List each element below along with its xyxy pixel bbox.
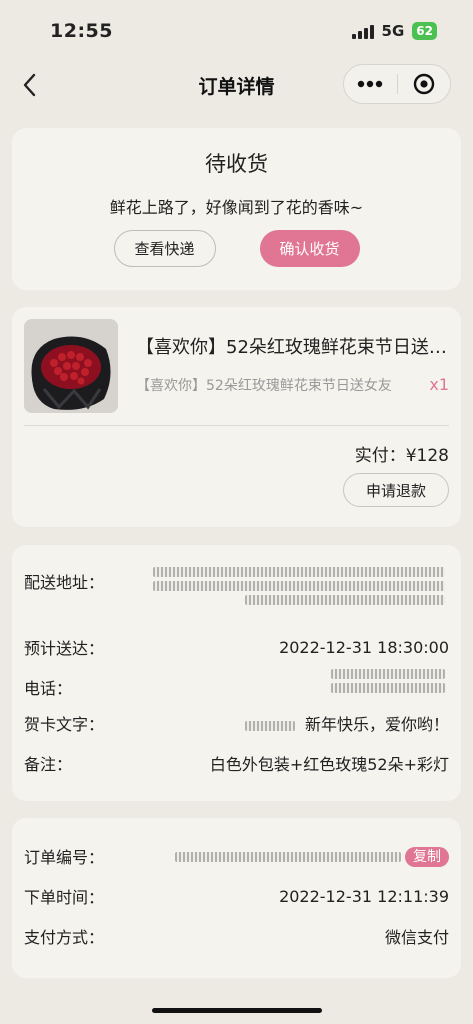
product-image[interactable]	[24, 319, 118, 413]
product-quantity: x1	[429, 375, 449, 394]
status-bar: 12:55 5G 62	[0, 0, 473, 62]
order-number-value: 复制	[175, 846, 449, 867]
order-status-card: 待收货 鲜花上路了，好像闻到了花的香味~ 查看快递 确认收货	[12, 128, 461, 290]
divider	[24, 425, 449, 426]
delivery-info-card: 配送地址： 预计送达： 2022-12-31 18:30:00 电话： 贺卡文字…	[12, 545, 461, 801]
eta-row: 预计送达： 2022-12-31 18:30:00	[24, 635, 449, 659]
order-time-value: 2022-12-31 12:11:39	[279, 886, 449, 906]
bouquet-image	[24, 319, 118, 413]
product-spec: 【喜欢你】52朵红玫瑰鲜花束节日送女友	[136, 378, 392, 394]
network-type: 5G	[381, 22, 405, 40]
card-text-value: 新年快乐，爱你哟！	[244, 711, 449, 735]
signal-icon	[351, 23, 374, 39]
order-status-title: 待收货	[205, 152, 268, 176]
card-text-message: 新年快乐，爱你哟！	[304, 715, 449, 734]
order-time-label: 下单时间：	[24, 888, 105, 907]
paid-label: 实付：	[354, 446, 406, 466]
phone-label: 电话：	[24, 679, 73, 698]
paid-value: ¥128	[405, 446, 449, 466]
paid-amount: 实付：¥128	[355, 441, 449, 466]
product-name[interactable]: 【喜欢你】52朵红玫瑰鲜花束节日送女友	[136, 333, 448, 359]
address-value-redacted	[153, 567, 445, 605]
battery-icon: 62	[412, 22, 437, 40]
card-text-row: 贺卡文字： 新年快乐，爱你哟！	[24, 711, 449, 735]
card-recipient-redacted	[244, 720, 295, 731]
chevron-left-icon	[23, 73, 36, 97]
back-button[interactable]	[14, 70, 44, 100]
order-number-label: 订单编号：	[24, 848, 105, 867]
payment-row: 支付方式： 微信支付	[24, 924, 449, 948]
address-label: 配送地址：	[24, 573, 105, 592]
check-delivery-button[interactable]: 查看快递	[113, 230, 216, 267]
status-indicators: 5G 62	[351, 22, 437, 40]
status-time: 12:55	[50, 20, 113, 42]
eta-label: 预计送达：	[24, 639, 105, 658]
confirm-receipt-button[interactable]: 确认收货	[259, 230, 360, 267]
product-card: 【喜欢你】52朵红玫瑰鲜花束节日送女友 【喜欢你】52朵红玫瑰鲜花束节日送女友 …	[12, 307, 461, 527]
payment-label: 支付方式：	[24, 928, 105, 947]
phone-value-redacted	[331, 669, 445, 693]
payment-value: 微信支付	[384, 928, 449, 947]
order-info-card: 订单编号： 复制 下单时间： 2022-12-31 12:11:39 支付方式：…	[12, 818, 461, 978]
target-icon	[413, 73, 434, 95]
close-button[interactable]	[397, 65, 450, 103]
order-time-row: 下单时间： 2022-12-31 12:11:39	[24, 884, 449, 908]
home-indicator	[152, 1008, 322, 1013]
page-title: 订单详情	[198, 75, 275, 98]
note-row: 备注： 白色外包装+红色玫瑰52朵+彩灯	[24, 751, 449, 775]
note-label: 备注：	[24, 755, 73, 774]
nav-bar: 订单详情	[0, 62, 473, 108]
status-actions: 查看快递 确认收货	[12, 230, 461, 267]
eta-value: 2022-12-31 18:30:00	[279, 637, 449, 657]
card-text-label: 贺卡文字：	[24, 715, 105, 734]
apply-refund-button[interactable]: 申请退款	[343, 473, 449, 507]
copy-button[interactable]: 复制	[405, 847, 449, 867]
note-value: 白色外包装+红色玫瑰52朵+彩灯	[209, 755, 449, 774]
order-status-subtitle: 鲜花上路了，好像闻到了花的香味~	[109, 198, 364, 217]
mini-program-capsule	[343, 64, 451, 104]
more-icon	[358, 80, 383, 88]
order-number-row: 订单编号： 复制	[24, 844, 449, 868]
more-button[interactable]	[344, 65, 397, 103]
order-number-redacted	[175, 851, 401, 862]
